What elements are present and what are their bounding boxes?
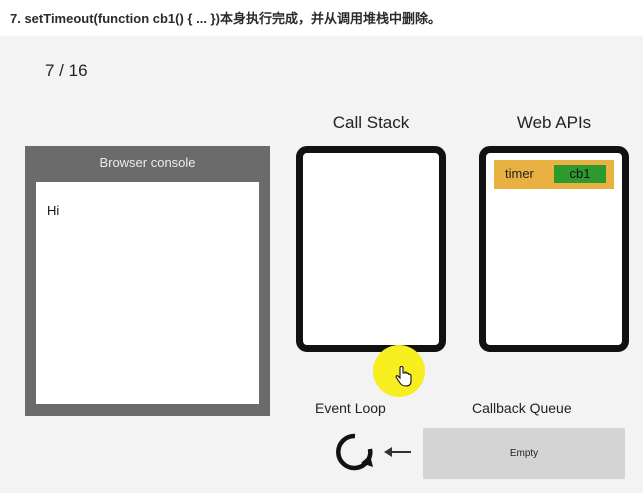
step-heading: 7. setTimeout(function cb1() { ... })本身执… — [10, 11, 441, 26]
slide-counter: 7 / 16 — [45, 61, 88, 80]
call-stack-box — [296, 146, 446, 352]
call-stack-label: Call Stack — [332, 113, 410, 132]
refresh-loop-icon — [336, 433, 373, 471]
timer-label: timer — [505, 166, 534, 181]
browser-console: Browser console Hi — [25, 146, 270, 416]
console-output-line: Hi — [47, 203, 60, 218]
slide-area: 7 / 16 Browser console Hi Call Stack Web… — [0, 36, 643, 493]
callback-queue-box: Empty — [423, 428, 625, 479]
callback-queue-empty-text: Empty — [509, 448, 539, 459]
timer-callback-chip: cb1 — [554, 165, 606, 183]
callback-queue-label: Callback Queue — [472, 400, 572, 416]
browser-console-title: Browser console — [99, 155, 196, 170]
web-apis-box: timer cb1 — [479, 146, 629, 352]
browser-console-output: Hi — [36, 182, 259, 404]
web-apis-label: Web APIs — [516, 113, 592, 132]
left-arrow-icon — [384, 447, 411, 457]
event-loop-label: Event Loop — [315, 400, 386, 416]
web-api-timer-item: timer cb1 — [494, 160, 614, 189]
hand-cursor-icon — [395, 366, 412, 387]
